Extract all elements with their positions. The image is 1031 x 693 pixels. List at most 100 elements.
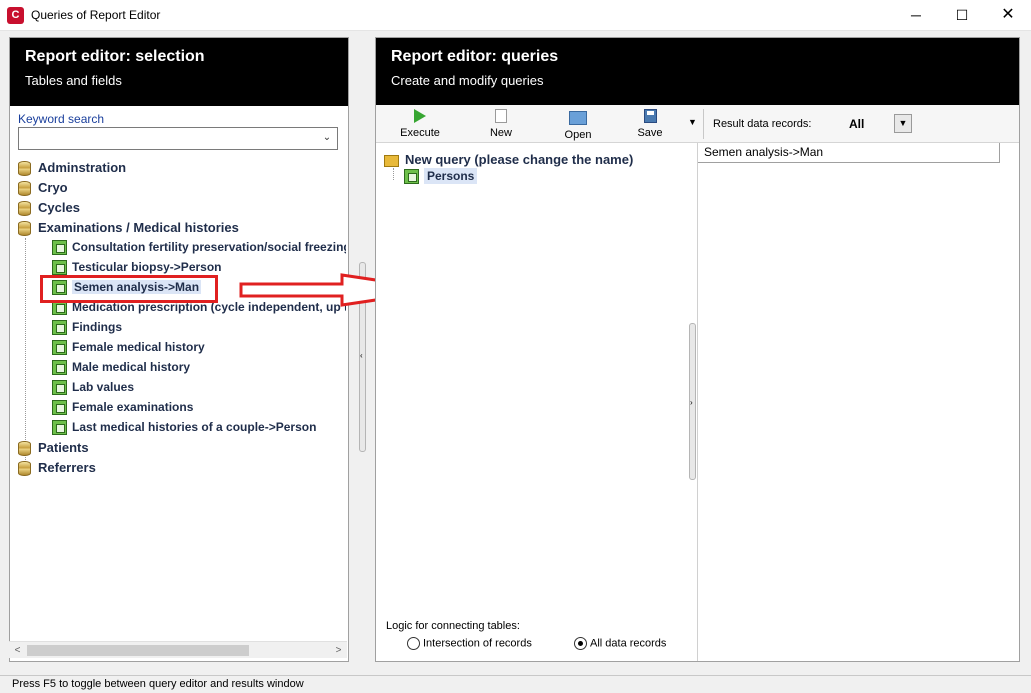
tree-table-item[interactable]: Female examinations: [52, 400, 193, 420]
table-icon: [52, 380, 67, 396]
scrollbar-thumb[interactable]: [27, 645, 249, 656]
chevron-down-icon[interactable]: ⌄: [320, 130, 334, 146]
tree-category-label: Cryo: [38, 180, 68, 195]
app-logo-icon: C: [7, 7, 24, 24]
result-records-dropdown-icon[interactable]: ▼: [894, 114, 912, 133]
selection-panel-header: Report editor: selection Tables and fiel…: [10, 38, 348, 106]
execute-button[interactable]: Execute: [390, 105, 450, 143]
selection-panel-title: Report editor: selection: [25, 48, 205, 65]
database-icon: [18, 201, 31, 217]
keyword-search-label: Keyword search: [18, 112, 105, 126]
tree-table-label: Findings: [72, 320, 122, 334]
database-icon: [18, 441, 31, 457]
status-text: Press F5 to toggle between query editor …: [12, 678, 304, 690]
tree-table-item[interactable]: Consultation fertility preservation/soci…: [52, 240, 346, 260]
query-tree-connector: [393, 168, 394, 180]
table-icon: [404, 169, 419, 185]
results-grid: Semen analysis->Man: [697, 143, 1019, 661]
tree-connector-line: [25, 238, 26, 470]
table-icon: [52, 420, 67, 436]
tree-category-label: Cycles: [38, 200, 80, 215]
open-label: Open: [564, 129, 592, 141]
toolbar-separator: [703, 109, 704, 139]
collapse-left-icon[interactable]: ‹: [360, 351, 363, 360]
save-disk-icon: [643, 109, 657, 123]
play-icon: [414, 109, 426, 123]
database-icon: [18, 461, 31, 477]
tree-category-label: Referrers: [38, 460, 96, 475]
tree-category-item[interactable]: Examinations / Medical histories: [18, 220, 239, 240]
database-icon: [18, 181, 31, 197]
queries-panel-title: Report editor: queries: [391, 48, 559, 65]
tree-table-item[interactable]: Last medical histories of a couple->Pers…: [52, 420, 316, 440]
logic-label: Logic for connecting tables:: [386, 620, 520, 632]
tree-category-label: Examinations / Medical histories: [38, 220, 239, 235]
keyword-search-input[interactable]: ⌄: [18, 127, 338, 150]
open-button[interactable]: Open: [548, 105, 608, 143]
execute-label: Execute: [400, 127, 440, 139]
tree-category-item[interactable]: Referrers: [18, 460, 96, 480]
tree-table-item[interactable]: Findings: [52, 320, 122, 340]
query-toolbar: Execute New Open Save: [376, 105, 1019, 143]
tree-category-item[interactable]: Cryo: [18, 180, 68, 200]
tree-table-label: Testicular biopsy->Person: [72, 260, 222, 274]
table-icon: [52, 340, 67, 356]
tables-tree: Adminstration Cryo Cycles Examinations /…: [16, 158, 346, 638]
status-bar: Press F5 to toggle between query editor …: [0, 675, 1031, 693]
close-button[interactable]: ✕: [985, 0, 1031, 31]
tree-table-label: Lab values: [72, 380, 135, 394]
table-icon: [52, 240, 67, 256]
table-icon: [52, 260, 67, 276]
result-records-value[interactable]: All: [849, 117, 864, 131]
tree-table-item[interactable]: Male medical history: [52, 360, 190, 380]
new-button[interactable]: New: [471, 105, 531, 143]
tree-table-item[interactable]: Lab values: [52, 380, 134, 400]
horizontal-scrollbar[interactable]: < >: [9, 641, 347, 658]
new-document-icon: [495, 109, 507, 123]
database-icon: [18, 161, 31, 177]
tree-table-label: Consultation fertility preservation/soci…: [72, 240, 346, 254]
radio-button[interactable]: [407, 637, 420, 650]
table-icon: [52, 320, 67, 336]
radio-label: Intersection of records: [423, 637, 532, 650]
table-icon: [52, 400, 67, 416]
save-label: Save: [637, 127, 663, 139]
query-tree-child[interactable]: Persons: [404, 168, 478, 185]
tree-category-label: Patients: [38, 440, 89, 455]
selection-panel-subtitle: Tables and fields: [25, 73, 122, 88]
tree-category-item[interactable]: Cycles: [18, 200, 80, 220]
query-folder-icon: [384, 154, 399, 167]
minimize-button[interactable]: ─: [893, 0, 939, 31]
tree-table-label: Male medical history: [72, 360, 191, 374]
tree-table-item[interactable]: Female medical history: [52, 340, 205, 360]
radio-button-checked[interactable]: [574, 637, 587, 650]
maximize-button[interactable]: ☐: [939, 0, 985, 31]
queries-panel-subtitle: Create and modify queries: [391, 73, 544, 88]
all-records-radio-option[interactable]: All data records: [574, 637, 666, 650]
new-label: New: [489, 127, 512, 139]
query-root-label: New query (please change the name): [405, 152, 634, 167]
query-tree-root[interactable]: New query (please change the name): [384, 152, 633, 167]
result-records-label: Result data records:: [713, 118, 812, 130]
tree-category-item[interactable]: Patients: [18, 440, 89, 460]
grid-column-header[interactable]: Semen analysis->Man: [698, 143, 1000, 163]
tree-category-label: Adminstration: [38, 160, 127, 175]
toolbar-more-icon[interactable]: ▼: [688, 117, 697, 127]
open-folder-icon: [569, 111, 587, 125]
highlight-annotation-box: [40, 275, 218, 303]
query-child-label: Persons: [424, 168, 478, 184]
selection-panel: Report editor: selection Tables and fiel…: [9, 37, 349, 662]
queries-panel-header: Report editor: queries Create and modify…: [376, 38, 1019, 106]
window-title: Queries of Report Editor: [31, 8, 161, 22]
tree-table-label: Female examinations: [72, 400, 194, 414]
scroll-left-icon[interactable]: <: [9, 642, 26, 659]
table-icon: [52, 360, 67, 376]
radio-label: All data records: [590, 637, 667, 650]
tree-table-label: Female medical history: [72, 340, 205, 354]
save-button[interactable]: Save: [620, 105, 680, 143]
intersection-radio-option[interactable]: Intersection of records: [407, 637, 532, 650]
database-icon: [18, 221, 31, 237]
scroll-right-icon[interactable]: >: [330, 642, 347, 659]
tree-category-item[interactable]: Adminstration: [18, 160, 126, 180]
collapse-right-icon[interactable]: ›: [690, 398, 693, 407]
